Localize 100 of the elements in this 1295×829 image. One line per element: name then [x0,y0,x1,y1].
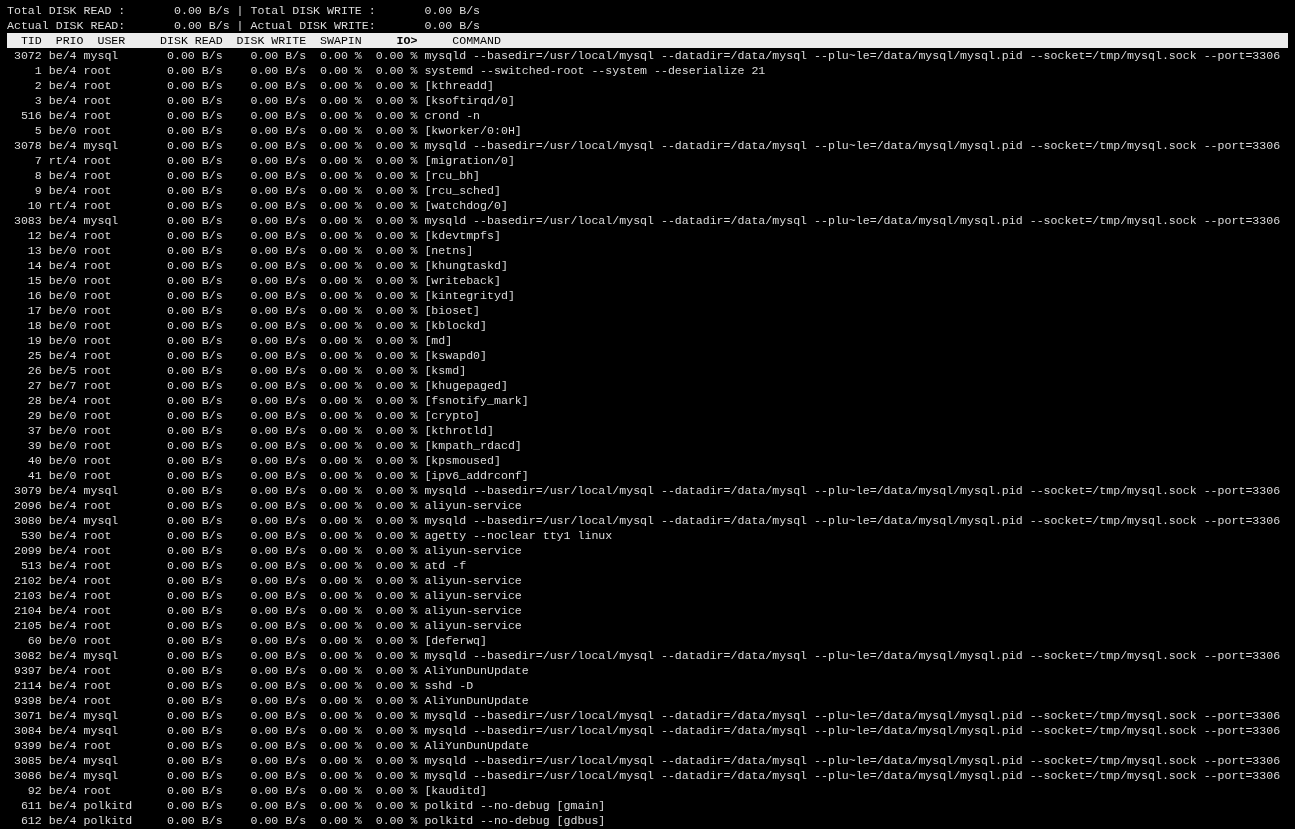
io-cell-text: 0.00 % [374,93,418,108]
disk-write-cell-text: 0.00 B/s [249,453,307,468]
user-cell-text: polkitd [83,813,134,828]
disk-read-cell-text: 0.00 B/s [166,258,223,273]
disk-read-cell-text: 0.00 B/s [166,63,223,78]
tid-cell-text: 611 [19,798,42,813]
swapin-cell-text: 0.00 % [319,423,362,438]
io-cell-text: 0.00 % [374,483,418,498]
disk-read-cell-text: 0.00 B/s [166,108,223,123]
swapin-cell-text: 0.00 % [319,333,362,348]
tid-cell-text: 29 [26,408,42,423]
disk-read-cell-text: 0.00 B/s [166,303,223,318]
disk-read-cell-text: 0.00 B/s [166,453,223,468]
column-header[interactable]: DISK READ [139,33,223,48]
swapin-cell-text: 0.00 % [319,183,362,198]
swapin-cell-text: 0.00 % [319,663,362,678]
command-cell: [deferwq] [424,633,488,648]
command-cell: mysqld --basedir=/usr/local/mysql --datadir=/data/mysql --plu~le=/data/mysql/mysql.pid --socket=/tmp/mysql.sock --port=3306 [424,513,1281,528]
column-header[interactable]: DISK WRITE [222,33,307,48]
tid-cell-text: 10 [26,198,42,213]
disk-write-cell-text: 0.00 B/s [249,168,307,183]
priority-cell: be/0 [48,423,77,438]
command-cell: aliyun-service [424,603,522,618]
user-cell-text: mysql [83,768,120,783]
user-cell-text: root [83,273,113,288]
column-header[interactable]: USER [97,33,140,48]
disk-write-cell-text: 0.00 B/s [249,573,307,588]
io-cell-text: 0.00 % [374,603,418,618]
user-cell-text: root [83,663,113,678]
swapin-cell-text: 0.00 % [319,693,362,708]
priority-cell: be/4 [48,93,77,108]
io-cell-text: 0.00 % [374,543,418,558]
disk-read-cell-text: 0.00 B/s [166,168,223,183]
user-cell-text: root [83,258,113,273]
user-cell-text: root [83,573,113,588]
disk-read-cell-text: 0.00 B/s [166,348,223,363]
io-cell-text: 0.00 % [374,648,418,663]
user-cell-text: root [83,408,113,423]
column-header[interactable]: SWAPIN [306,33,362,48]
disk-read-cell-text: 0.00 B/s [166,318,223,333]
tid-cell-text: 2103 [12,588,42,603]
io-cell-text: 0.00 % [374,348,418,363]
priority-cell: be/0 [48,243,77,258]
command-cell: [kintegrityd] [424,288,515,303]
command-cell: sshd -D [424,678,474,693]
disk-read-cell-text: 0.00 B/s [166,333,223,348]
priority-cell: be/4 [48,513,77,528]
disk-read-cell-text: 0.00 B/s [166,408,223,423]
swapin-cell-text: 0.00 % [319,153,362,168]
column-header[interactable]: IO> [361,33,418,48]
disk-read-cell-text: 0.00 B/s [166,768,223,783]
tid-cell-text: 9399 [12,738,42,753]
swapin-cell-text: 0.00 % [319,198,362,213]
disk-write-cell-text: 0.00 B/s [249,273,307,288]
disk-read-cell-text: 0.00 B/s [166,723,223,738]
swapin-cell-text: 0.00 % [319,318,362,333]
swapin-cell-text: 0.00 % [319,228,362,243]
command-cell: AliYunDunUpdate [424,738,529,753]
command-cell: [bioset] [424,303,481,318]
user-cell-text: mysql [83,213,120,228]
command-cell: [netns] [424,243,474,258]
tid-cell-text: 39 [26,438,42,453]
io-cell-text: 0.00 % [374,453,418,468]
command-cell: [rcu_bh] [424,168,481,183]
swapin-cell-text: 0.00 % [319,213,362,228]
disk-read-cell-text: 0.00 B/s [166,468,223,483]
tid-cell-text: 28 [26,393,42,408]
command-cell: agetty --noclear tty1 linux [424,528,613,543]
priority-cell: be/4 [48,168,77,183]
tid-cell-text: 40 [26,453,42,468]
command-cell: aliyun-service [424,498,522,513]
io-cell-text: 0.00 % [374,78,418,93]
priority-cell: be/4 [48,768,77,783]
column-header[interactable]: COMMAND [452,33,501,48]
tid-cell-text: 3086 [12,768,42,783]
io-cell-text: 0.00 % [374,558,418,573]
io-cell-text: 0.00 % [374,258,418,273]
command-cell: mysqld --basedir=/usr/local/mysql --datadir=/data/mysql --plu~le=/data/mysql/mysql.pid --socket=/tmp/mysql.sock --port=3306 [424,708,1281,723]
summary-label: Actual DISK READ: [7,18,127,33]
priority-cell: rt/4 [48,153,77,168]
column-header[interactable]: PRIO [55,33,84,48]
command-cell: [ksmd] [424,363,467,378]
tid-cell-text: 530 [19,528,42,543]
disk-write-cell-text: 0.00 B/s [249,408,307,423]
priority-cell: be/4 [48,588,77,603]
swapin-cell-text: 0.00 % [319,558,362,573]
disk-write-cell-text: 0.00 B/s [249,348,307,363]
disk-read-cell-text: 0.00 B/s [166,483,223,498]
swapin-cell-text: 0.00 % [319,168,362,183]
user-cell-text: root [83,363,113,378]
io-cell-text: 0.00 % [374,63,418,78]
user-cell-text: mysql [83,648,120,663]
priority-cell: be/0 [48,633,77,648]
command-cell: atd -f [424,558,467,573]
disk-write-cell-text: 0.00 B/s [249,363,307,378]
swapin-cell-text: 0.00 % [319,408,362,423]
priority-cell: be/0 [48,303,77,318]
column-header[interactable]: TID [7,33,42,48]
io-cell-text: 0.00 % [374,408,418,423]
disk-read-cell-text: 0.00 B/s [166,558,223,573]
